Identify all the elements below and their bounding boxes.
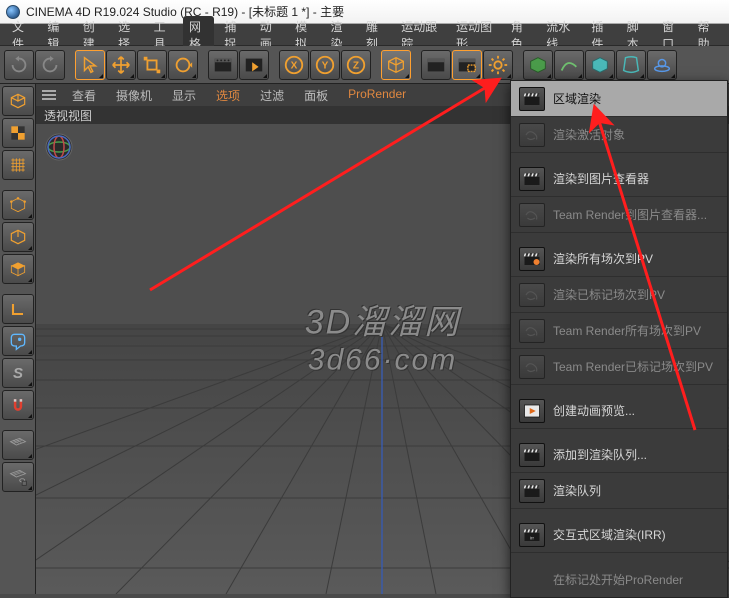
render-menu-label: 渲染激活对象 <box>553 126 625 143</box>
snap-magnet-button[interactable] <box>2 390 34 420</box>
clapper-icon <box>519 479 545 503</box>
viewport-solo-button[interactable] <box>2 326 34 356</box>
play-button[interactable] <box>239 50 269 80</box>
render-menu-item: Team Render所有场次到PV <box>511 313 727 349</box>
render-menu-label: Team Render已标记场次到PV <box>553 358 713 375</box>
workplane-2-button[interactable] <box>2 462 34 492</box>
svg-text:irr: irr <box>530 535 534 540</box>
render-menu-item[interactable]: 区域渲染 <box>511 81 727 117</box>
swirl-icon <box>519 283 545 307</box>
render-menu-item[interactable]: 添加到渲染队列... <box>511 437 727 473</box>
viewport-menu-查看[interactable]: 查看 <box>64 85 104 106</box>
scale-tool-button[interactable] <box>137 50 167 80</box>
environment-button[interactable] <box>647 50 677 80</box>
viewport-hamburger-icon[interactable] <box>42 90 56 100</box>
main-toolbar: X Y Z <box>0 46 729 84</box>
render-menu-label: 渲染已标记场次到PV <box>553 286 665 303</box>
pointer-tool-button[interactable] <box>75 50 105 80</box>
render-menu-label: 交互式区域渲染(IRR) <box>553 526 666 543</box>
make-editable-button[interactable] <box>2 86 34 116</box>
coord-system-button[interactable] <box>381 50 411 80</box>
clapper-icon <box>519 87 545 111</box>
viewport-tab-label: 透视视图 <box>44 107 92 124</box>
swirl-icon <box>519 319 545 343</box>
deformer-button[interactable] <box>616 50 646 80</box>
svg-text:Y: Y <box>322 60 329 71</box>
primitive-button[interactable] <box>523 50 553 80</box>
render-menu-item: Team Render到图片查看器... <box>511 197 727 233</box>
render-menu-label: Team Render到图片查看器... <box>553 206 707 223</box>
viewport-menu-ProRender[interactable]: ProRender <box>340 85 414 106</box>
clapper-icon <box>519 443 545 467</box>
y-axis-button[interactable]: Y <box>310 50 340 80</box>
render-menu-label: 渲染队列 <box>553 482 601 499</box>
render-menu-label: 添加到渲染队列... <box>553 446 647 463</box>
clapper-orange-icon <box>519 247 545 271</box>
x-axis-button[interactable]: X <box>279 50 309 80</box>
viewport-menu-面板[interactable]: 面板 <box>296 85 336 106</box>
undo-button[interactable] <box>4 50 34 80</box>
spline-button[interactable] <box>554 50 584 80</box>
texture-mode-button[interactable] <box>2 150 34 180</box>
point-mode-button[interactable] <box>2 190 34 220</box>
render-settings-button[interactable] <box>483 50 513 80</box>
swirl-icon <box>519 203 545 227</box>
generator-button[interactable] <box>585 50 615 80</box>
main-menu-bar: 文件编辑创建选择工具网格捕捉动画模拟渲染雕刻运动跟踪运动图形角色流水线插件脚本窗… <box>0 24 729 46</box>
swirl-icon <box>519 123 545 147</box>
move-tool-button[interactable] <box>106 50 136 80</box>
render-menu-label: 渲染到图片查看器 <box>553 170 649 187</box>
render-dropdown-menu: 区域渲染渲染激活对象渲染到图片查看器 Team Render到图片查看器... 渲染… <box>510 80 728 598</box>
orientation-gizmo-icon[interactable] <box>44 132 74 162</box>
render-menu-item: 渲染已标记场次到PV <box>511 277 727 313</box>
clapper-icon <box>519 167 545 191</box>
edge-mode-button[interactable] <box>2 222 34 252</box>
render-menu-item[interactable]: 渲染所有场次到PV <box>511 241 727 277</box>
render-menu-label: 在标记处开始ProRender <box>553 571 683 588</box>
svg-text:X: X <box>291 60 298 71</box>
render-view-button[interactable] <box>421 50 451 80</box>
clapper-irr-icon: irr <box>519 523 545 547</box>
workplane-1-button[interactable] <box>2 430 34 460</box>
model-mode-button[interactable] <box>2 118 34 148</box>
render-menu-item: 渲染激活对象 <box>511 117 727 153</box>
svg-text:S: S <box>13 365 23 382</box>
viewport-menu-选项[interactable]: 选项 <box>208 85 248 106</box>
render-menu-label: 区域渲染 <box>553 90 601 107</box>
svg-text:Z: Z <box>353 60 359 71</box>
none-icon <box>519 567 545 591</box>
redo-button[interactable] <box>35 50 65 80</box>
play-icon <box>519 399 545 423</box>
swirl-icon <box>519 355 545 379</box>
render-menu-label: 渲染所有场次到PV <box>553 250 653 267</box>
left-tool-palette: S <box>0 84 36 594</box>
snap-s-button[interactable]: S <box>2 358 34 388</box>
viewport-menu-过滤[interactable]: 过滤 <box>252 85 292 106</box>
rotate-tool-button[interactable] <box>168 50 198 80</box>
viewport-menu-摄像机[interactable]: 摄像机 <box>108 85 160 106</box>
polygon-mode-button[interactable] <box>2 254 34 284</box>
render-menu-item[interactable]: 渲染到图片查看器 <box>511 161 727 197</box>
axis-button[interactable] <box>2 294 34 324</box>
render-menu-item: Team Render已标记场次到PV <box>511 349 727 385</box>
viewport-menu-显示[interactable]: 显示 <box>164 85 204 106</box>
render-menu-item[interactable]: 渲染队列 <box>511 473 727 509</box>
render-menu-item: 在标记处开始ProRender <box>511 561 727 597</box>
render-menu-item[interactable]: irr 交互式区域渲染(IRR) <box>511 517 727 553</box>
keyframe-button[interactable] <box>208 50 238 80</box>
z-axis-button[interactable]: Z <box>341 50 371 80</box>
render-menu-label: 创建动画预览... <box>553 402 635 419</box>
render-menu-button[interactable] <box>452 50 482 80</box>
render-menu-label: Team Render所有场次到PV <box>553 322 701 339</box>
render-menu-item[interactable]: 创建动画预览... <box>511 393 727 429</box>
